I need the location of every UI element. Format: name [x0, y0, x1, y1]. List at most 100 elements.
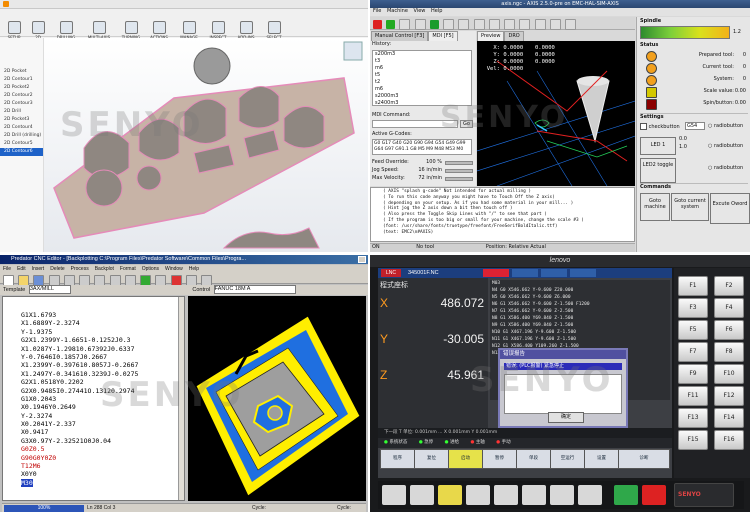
history-item[interactable]: t5 [373, 72, 471, 79]
tree-item-selected[interactable]: 2D Contour6 [0, 148, 43, 156]
menu-edit[interactable]: Edit [14, 265, 29, 274]
power-icon[interactable] [386, 20, 396, 29]
tree-item[interactable]: 2D Pocket2 [0, 84, 43, 92]
history-item[interactable]: m6 [373, 86, 471, 93]
gcode-text-area[interactable]: ( AXIS "splash g-code" Not intended for … [370, 187, 635, 242]
history-item[interactable]: m6 [373, 65, 471, 72]
fkey[interactable]: F5 [678, 320, 708, 340]
tab-mdi[interactable]: MDI [F5] [428, 31, 458, 41]
tab[interactable] [570, 269, 596, 277]
menu-process[interactable]: Process [68, 265, 92, 274]
control-select[interactable]: FANUC 18M A [213, 285, 296, 295]
mdi-command-input[interactable] [372, 120, 458, 128]
clear-icon[interactable] [565, 19, 577, 30]
tree-item[interactable]: 2D Contour5 [0, 140, 43, 148]
reload-icon[interactable] [414, 19, 426, 30]
tree-item[interactable]: 2D Pocket3 [0, 116, 43, 124]
history-item[interactable]: t3 [373, 58, 471, 65]
execute-oword-button[interactable]: Excute Oword [710, 193, 750, 224]
hw-button[interactable] [494, 485, 518, 505]
fkey[interactable]: F15 [678, 430, 708, 450]
hw-button[interactable] [382, 485, 406, 505]
dialog-ok-button[interactable]: 确定 [548, 412, 584, 423]
hw-button[interactable] [410, 485, 434, 505]
softkey[interactable]: 单段 [516, 449, 551, 469]
checkbox-icon[interactable] [640, 123, 647, 130]
tree-item[interactable]: 2D Contour3 [0, 100, 43, 108]
viewcube-icon[interactable] [343, 41, 363, 61]
tab-active[interactable] [483, 269, 509, 277]
menu-options[interactable]: Options [139, 265, 162, 274]
menu-window[interactable]: Window [162, 265, 186, 274]
softkey[interactable]: 启动 [448, 449, 483, 469]
menu-file[interactable]: File [0, 265, 14, 274]
menu-delete[interactable]: Delete [47, 265, 67, 274]
editor-scrollbar[interactable] [178, 297, 184, 500]
radiobutton-3[interactable]: ○ radiobutton [708, 165, 743, 172]
feed-override-slider[interactable] [445, 161, 473, 165]
menu-file[interactable]: File [373, 8, 381, 14]
template-select[interactable]: 3AX/MILL [28, 285, 71, 295]
run-icon[interactable] [429, 20, 439, 29]
fkey[interactable]: F16 [714, 430, 744, 450]
menu-view[interactable]: View [414, 8, 426, 14]
history-item[interactable]: s2000m3 [373, 93, 471, 100]
softkey[interactable]: 暂停 [482, 449, 517, 469]
code-editor[interactable]: G1X1.6793 X1.6889Y-2.3274 Y-1.9375 G2X1.… [2, 296, 185, 501]
softkey[interactable]: 空运行 [550, 449, 585, 469]
mdi-go-button[interactable]: Go [460, 120, 473, 128]
fkey[interactable]: F10 [714, 364, 744, 384]
menu-format[interactable]: Format [117, 265, 139, 274]
tab[interactable] [512, 269, 538, 277]
tab[interactable] [541, 269, 567, 277]
tree-item[interactable]: 2D Pocket [0, 68, 43, 76]
cycle-start-button[interactable] [614, 485, 638, 505]
jog-speed-slider[interactable] [445, 169, 473, 173]
pause-icon[interactable] [458, 19, 470, 30]
menu-insert[interactable]: Insert [29, 265, 48, 274]
goto-machine-button[interactable]: Goto machine [640, 193, 670, 221]
tab-manual-control[interactable]: Manual Control [F3] [371, 31, 429, 41]
view-y-icon[interactable] [519, 19, 531, 30]
softkey[interactable]: 复位 [414, 449, 449, 469]
history-item[interactable]: t2 [373, 79, 471, 86]
hw-button[interactable] [466, 485, 490, 505]
softkey[interactable]: 设置 [584, 449, 619, 469]
fkey[interactable]: F2 [714, 276, 744, 296]
history-item[interactable]: s2400m3 [373, 100, 471, 107]
led1-button[interactable]: LED 1 [640, 137, 676, 155]
stop-icon[interactable] [473, 19, 485, 30]
skip-icon[interactable] [488, 19, 500, 30]
estop-icon[interactable] [373, 20, 382, 29]
goto-current-system-button[interactable]: Goto current system [671, 193, 709, 221]
fkey[interactable]: F12 [714, 386, 744, 406]
hw-button[interactable] [438, 485, 462, 505]
tree-item[interactable]: 2D Drill (drilling) [0, 132, 43, 140]
open-icon[interactable] [399, 19, 411, 30]
radiobutton-2[interactable]: ○ radiobutton [708, 143, 743, 150]
g54-select[interactable]: G54 [685, 122, 705, 130]
max-velocity-slider[interactable] [445, 177, 473, 181]
view-p-icon[interactable] [549, 19, 561, 30]
hw-button[interactable] [550, 485, 574, 505]
cam-viewport[interactable] [44, 38, 368, 252]
led2-toggle-button[interactable]: LED2 toggle [640, 158, 676, 183]
checkbutton[interactable]: checkbutton [640, 123, 680, 131]
fkey[interactable]: F14 [714, 408, 744, 428]
fkey[interactable]: F7 [678, 342, 708, 362]
view-x-icon[interactable] [504, 19, 516, 30]
tree-item[interactable]: 2D Contour1 [0, 76, 43, 84]
tree-item[interactable]: 2D Contour4 [0, 124, 43, 132]
fkey[interactable]: F13 [678, 408, 708, 428]
feed-hold-button[interactable] [642, 485, 666, 505]
menu-help[interactable]: Help [431, 8, 442, 14]
backplot-view[interactable] [188, 296, 366, 501]
fkey[interactable]: F11 [678, 386, 708, 406]
fkey[interactable]: F8 [714, 342, 744, 362]
hw-button[interactable] [522, 485, 546, 505]
history-item[interactable]: s200m3 [373, 51, 471, 58]
tree-item[interactable]: 2D Contour2 [0, 92, 43, 100]
radiobutton-1[interactable]: ○ radiobutton [708, 123, 743, 130]
tab-dro[interactable]: DRO [504, 31, 524, 41]
step-icon[interactable] [443, 19, 455, 30]
